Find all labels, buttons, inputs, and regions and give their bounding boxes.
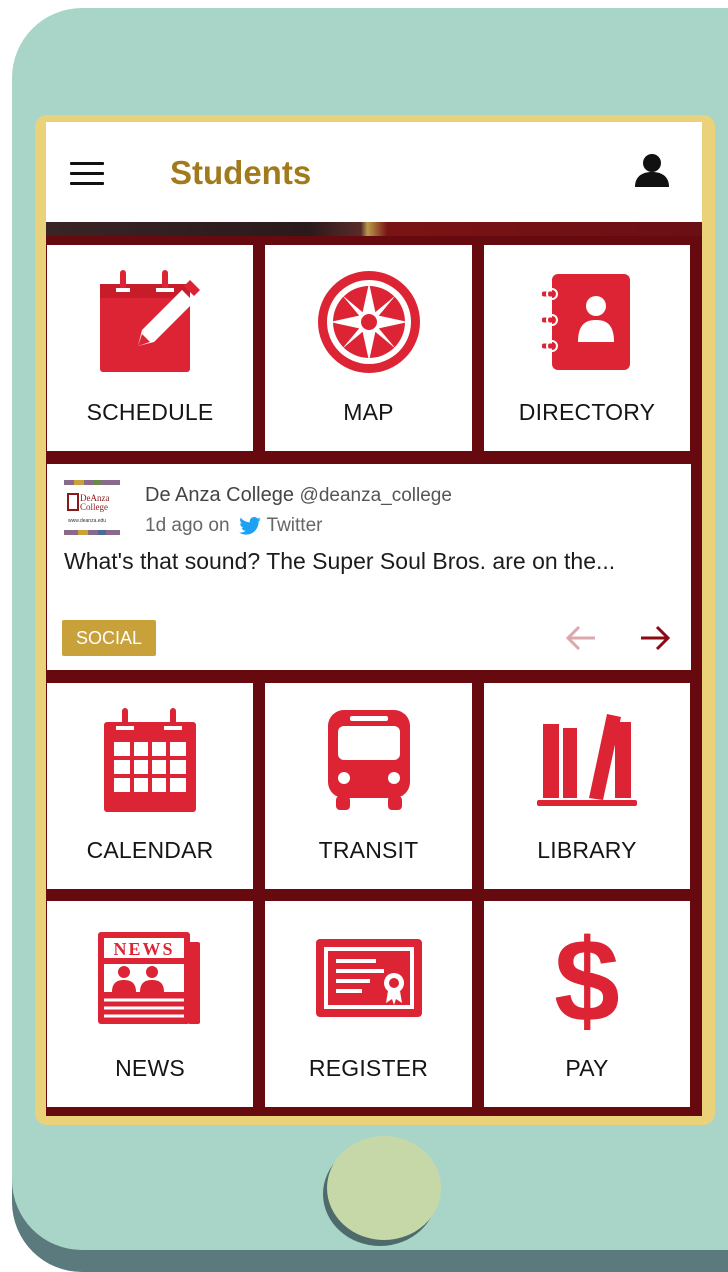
svg-text:www.deanza.edu: www.deanza.edu [68, 518, 106, 524]
post-text: What's that sound? The Super Soul Bros. … [64, 548, 616, 574]
author-handle: @deanza_college [299, 485, 452, 506]
author-name: De Anza College [145, 484, 294, 506]
dollar-icon: $ [484, 923, 690, 1033]
tile-label: PAY [565, 1055, 609, 1081]
compass-icon [265, 267, 472, 377]
calendar-edit-icon [47, 267, 253, 377]
college-logo: DeAnza College www.deanza.edu [64, 480, 120, 536]
tile-label: NEWS [115, 1055, 185, 1081]
newspaper-icon: NEWS [47, 923, 253, 1033]
app-header: Students [46, 122, 702, 222]
post-time: 1d ago on [145, 515, 230, 536]
tile-schedule[interactable]: SCHEDULE [47, 245, 253, 451]
hero-image-strip [46, 222, 702, 236]
tile-transit[interactable]: TRANSIT [265, 683, 472, 889]
tile-map[interactable]: MAP [265, 245, 472, 451]
twitter-icon [238, 517, 261, 535]
tile-label: TRANSIT [318, 837, 419, 863]
tile-label: DIRECTORY [518, 399, 656, 425]
svg-text:$: $ [554, 923, 620, 1033]
social-post-card[interactable]: DeAnza College www.deanza.edu De Anza Co… [47, 464, 691, 670]
arrow-right-icon[interactable] [639, 624, 671, 652]
post-author: De Anza College @deanza_college [145, 484, 452, 507]
app-screen: Students SCHEDULE MAP DIRECTORY DeAnza C… [46, 122, 702, 1116]
svg-text:NEWS: NEWS [113, 939, 174, 959]
tile-label: CALENDAR [86, 837, 214, 863]
post-meta: 1d ago on Twitter [145, 515, 322, 537]
tile-register[interactable]: REGISTER [265, 901, 472, 1107]
tile-label: SCHEDULE [86, 399, 214, 425]
bus-icon [265, 705, 472, 815]
books-icon [484, 705, 690, 815]
tile-calendar[interactable]: CALENDAR [47, 683, 253, 889]
tile-label: REGISTER [308, 1055, 429, 1081]
page-title: Students [170, 154, 312, 191]
tile-label: MAP [343, 399, 394, 425]
hamburger-menu-icon[interactable] [70, 162, 104, 185]
home-button[interactable] [327, 1136, 441, 1240]
certificate-icon [265, 923, 472, 1033]
tile-pay[interactable]: $ PAY [484, 901, 690, 1107]
tile-library[interactable]: LIBRARY [484, 683, 690, 889]
post-platform: Twitter [266, 515, 323, 536]
tile-news[interactable]: NEWS NEWS [47, 901, 253, 1107]
calendar-grid-icon [47, 705, 253, 815]
user-profile-icon[interactable] [634, 152, 670, 188]
tile-label: LIBRARY [537, 837, 637, 863]
social-badge: SOCIAL [62, 620, 156, 656]
arrow-left-icon[interactable] [565, 624, 597, 652]
svg-text:College: College [80, 502, 108, 512]
tile-directory[interactable]: DIRECTORY [484, 245, 690, 451]
contact-book-icon [484, 267, 690, 377]
